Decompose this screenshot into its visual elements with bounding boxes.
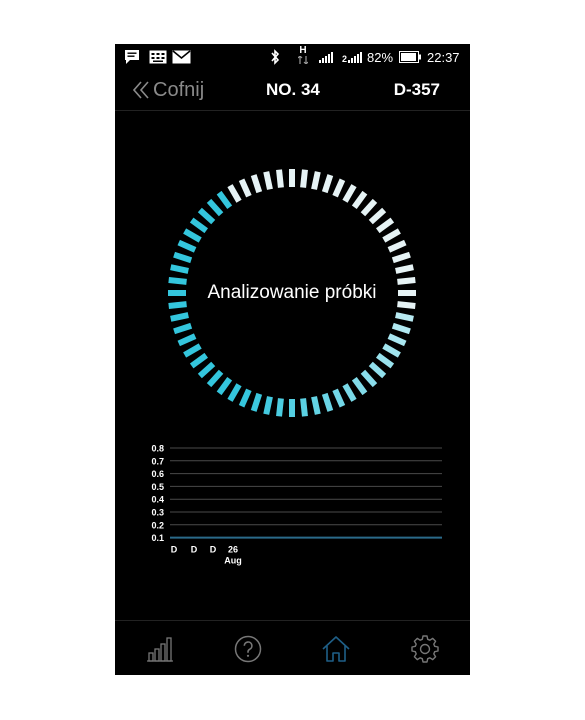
nav-stats-button[interactable] <box>144 633 176 665</box>
y-tick-label: 0.3 <box>151 508 164 518</box>
nav-home-button[interactable] <box>320 633 352 665</box>
x-tick-label: D <box>210 545 217 555</box>
y-tick-label: 0.2 <box>151 520 164 530</box>
help-icon <box>234 635 262 663</box>
y-tick-label: 0.6 <box>151 469 164 479</box>
history-chart: 0.8 0.7 0.6 0.5 0.4 0.3 0.2 0.1 D D D 26Aug <box>151 444 442 566</box>
bar-chart-icon <box>147 637 173 662</box>
x-month-label: Aug <box>224 556 242 566</box>
y-tick-label: 0.8 <box>151 444 164 454</box>
y-tick-label: 0.5 <box>151 482 164 492</box>
nav-settings-button[interactable] <box>409 633 441 665</box>
bottom-nav <box>115 620 470 675</box>
nav-help-button[interactable] <box>232 633 264 665</box>
phone-screen: H 2 82% 22:37 Cofnij NO. 34 D-357 Analiz… <box>115 44 470 675</box>
x-tick-label: D <box>171 545 178 555</box>
y-tick-label: 0.4 <box>151 495 164 505</box>
gear-icon <box>411 635 439 663</box>
x-tick-label: 26 <box>228 545 238 555</box>
home-icon <box>322 636 350 662</box>
y-tick-label: 0.7 <box>151 456 164 466</box>
y-tick-label: 0.1 <box>151 533 164 543</box>
x-tick-label: D <box>191 545 198 555</box>
